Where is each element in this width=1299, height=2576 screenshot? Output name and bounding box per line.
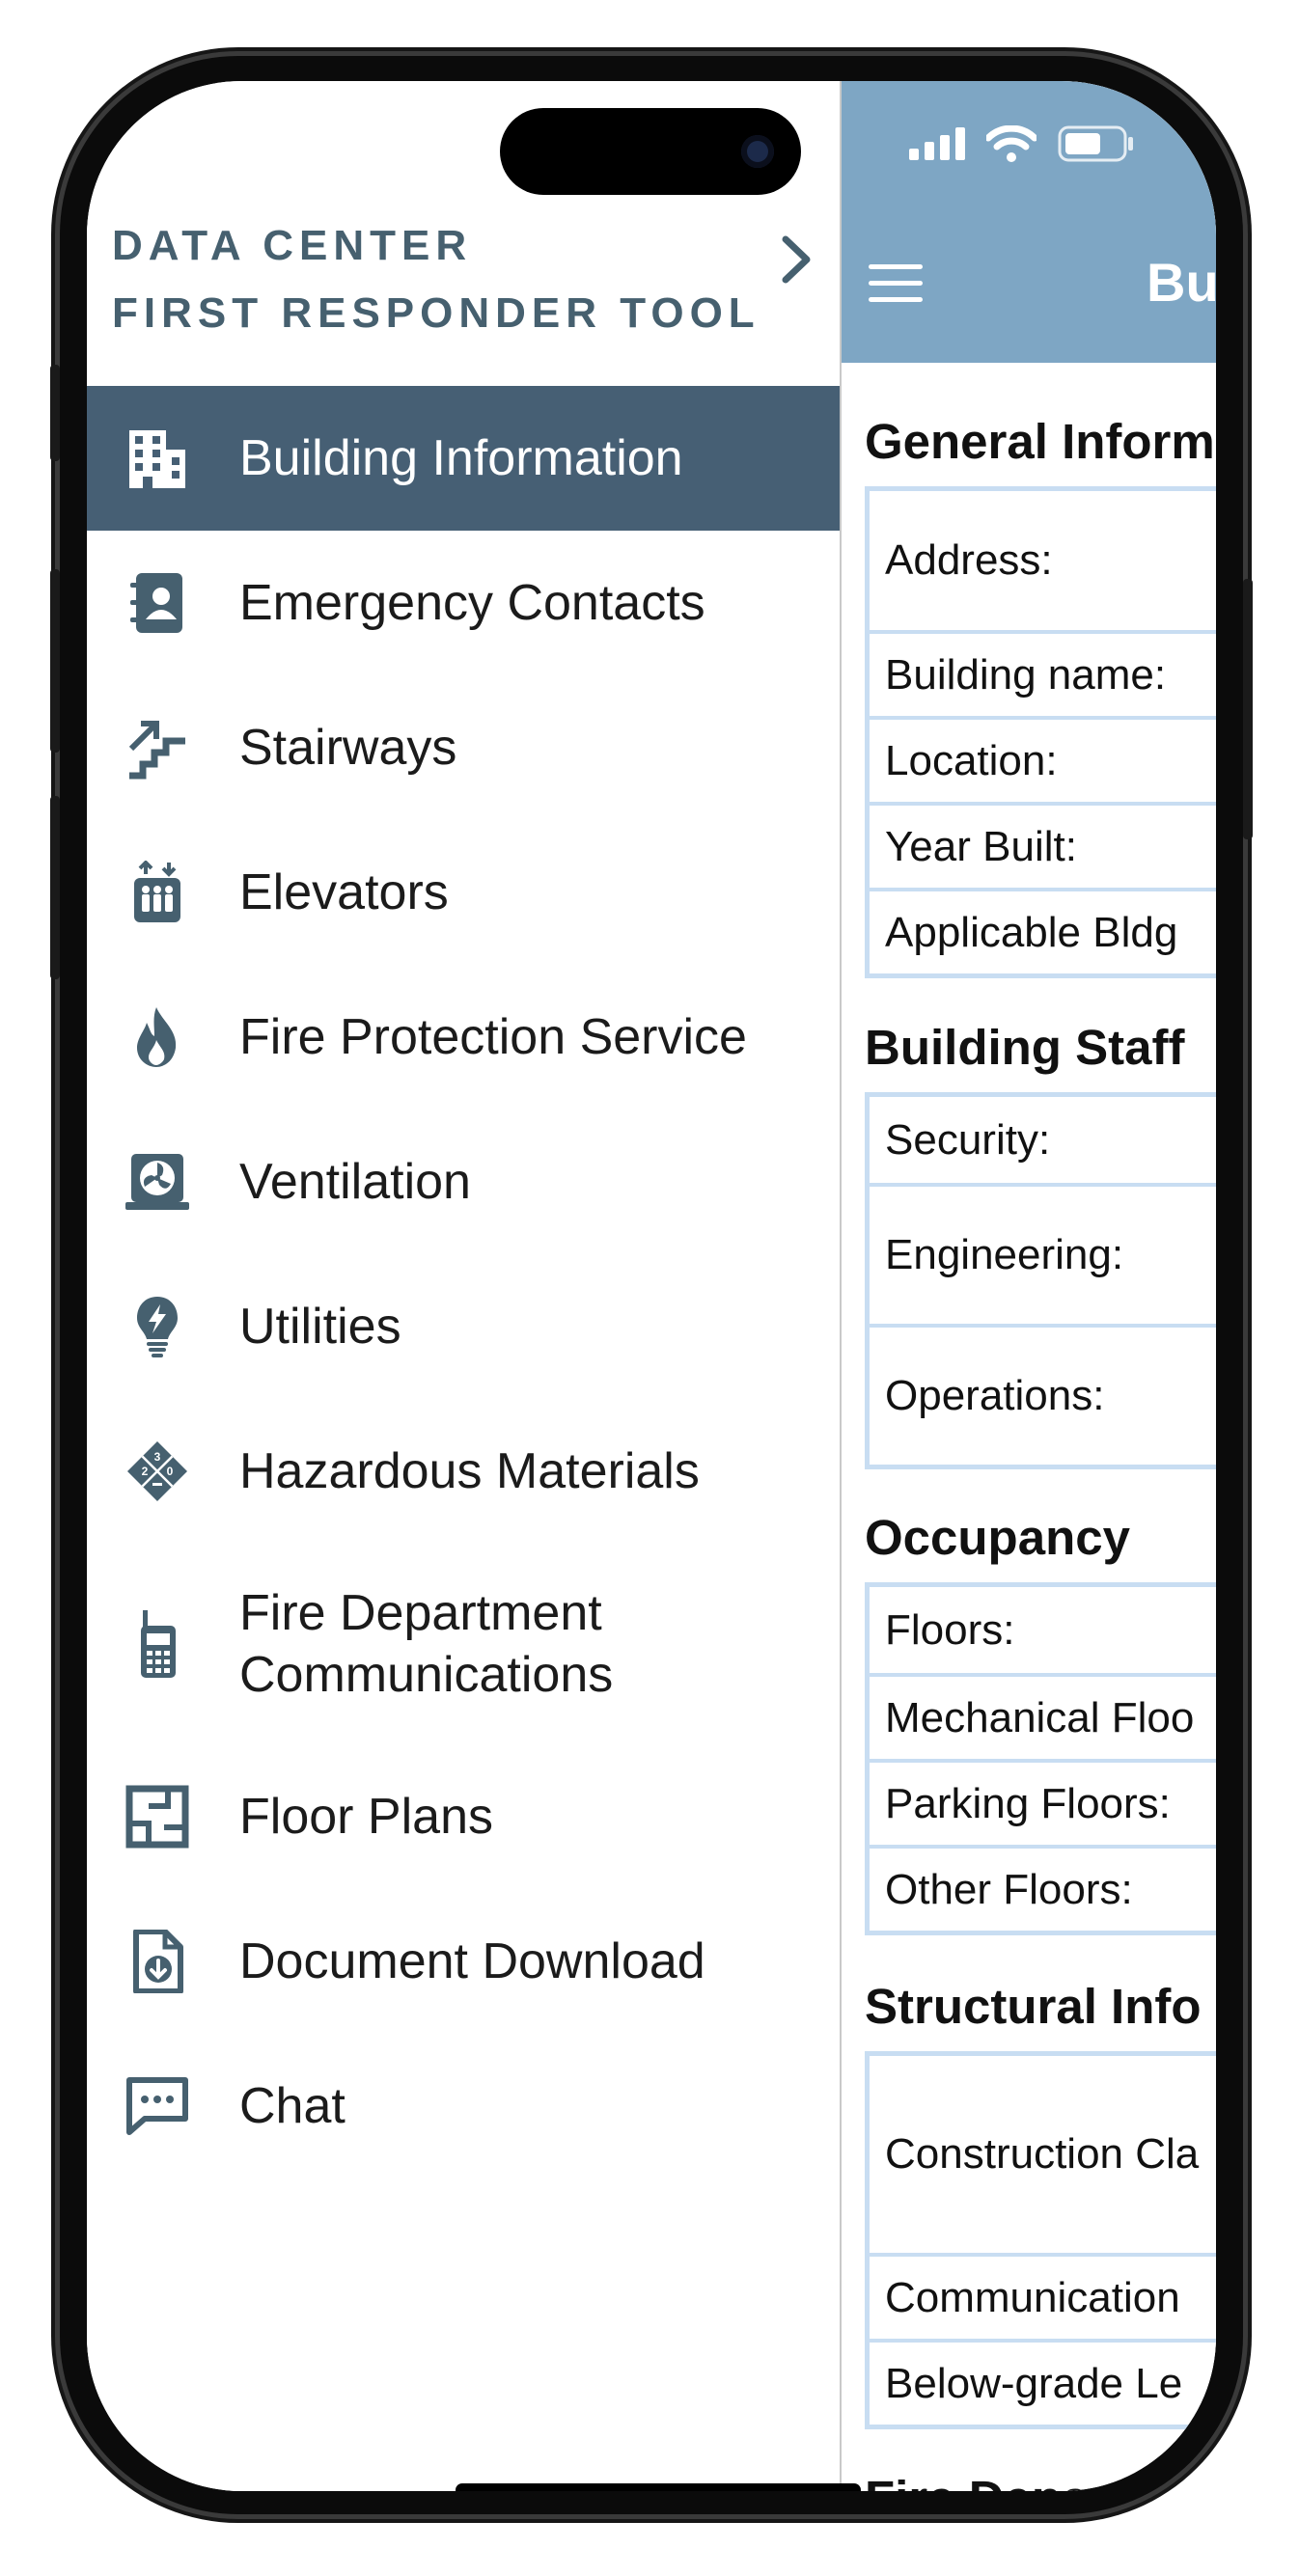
drawer-header: DATA CENTER FIRST RESPONDER TOOL <box>112 212 760 347</box>
radio-icon <box>124 1610 191 1678</box>
floor-plan-icon <box>124 1783 191 1850</box>
section-title-general: General Inform <box>865 414 1215 469</box>
drawer-item-label: Fire Protection Service <box>239 1009 747 1065</box>
drawer-header-line2: FIRST RESPONDER TOOL <box>112 289 760 337</box>
drawer-item-building-information[interactable]: Building Information <box>87 386 840 531</box>
drawer-item-document-download[interactable]: Document Download <box>87 1889 840 2034</box>
dynamic-island <box>500 108 801 195</box>
drawer-item-elevators[interactable]: Elevators <box>87 820 840 965</box>
drawer-item-floor-plans[interactable]: Floor Plans <box>87 1744 840 1889</box>
table-row: Parking Floors: <box>870 1759 1216 1845</box>
document-download-icon <box>124 1928 191 1995</box>
drawer-item-label: Ventilation <box>239 1154 471 1210</box>
occupancy-table: Floors: Mechanical Floo Parking Floors: … <box>865 1582 1216 1935</box>
top-app-bar: Bu <box>840 81 1216 363</box>
fan-icon <box>124 1148 191 1216</box>
drawer-item-label: Floor Plans <box>239 1789 493 1845</box>
table-row: Location: <box>870 716 1216 802</box>
section-title-fire-department: Fire Depar <box>865 2470 1108 2491</box>
status-bar <box>909 125 1135 162</box>
action-button <box>50 365 60 461</box>
drawer-item-label: Document Download <box>239 1933 705 1989</box>
drawer-item-label-line2: Communications <box>239 1647 614 1703</box>
section-title-structural: Structural Info <box>865 1979 1202 2034</box>
volume-down-button <box>50 796 60 979</box>
table-row: Communication <box>870 2253 1216 2339</box>
stairs-icon <box>124 714 191 781</box>
contact-book-icon <box>124 569 191 637</box>
drawer-item-label: Building Information <box>239 430 683 486</box>
drawer-item-label: Chat <box>239 2078 345 2134</box>
front-camera <box>741 135 774 168</box>
battery-icon <box>1058 125 1133 162</box>
navigation-drawer: DATA CENTER FIRST RESPONDER TOOL Buildin… <box>87 81 842 2491</box>
section-title-occupancy: Occupancy <box>865 1510 1130 1565</box>
wifi-icon <box>986 125 1036 162</box>
drawer-item-ventilation[interactable]: Ventilation <box>87 1110 840 1254</box>
drawer-item-fire-department-communications[interactable]: Fire Department Communications <box>87 1544 840 1744</box>
table-row: Construction Cla <box>885 2130 1200 2178</box>
drawer-item-label: Elevators <box>239 864 449 920</box>
table-row: Operations: <box>870 1324 1216 1465</box>
drawer-item-label-line1: Fire Department <box>239 1585 602 1641</box>
drawer-item-hazardous-materials[interactable]: 3 2 0 Hazardous Materials <box>87 1399 840 1544</box>
drawer-item-label: Utilities <box>239 1299 401 1355</box>
home-indicator[interactable] <box>456 2483 861 2491</box>
table-row: Applicable Bldg <box>870 888 1216 973</box>
drawer-item-label: Emergency Contacts <box>239 575 705 631</box>
drawer-item-stairways[interactable]: Stairways <box>87 675 840 820</box>
flame-icon <box>124 1003 191 1071</box>
drawer-item-utilities[interactable]: Utilities <box>87 1254 840 1399</box>
hazmat-diamond-icon: 3 2 0 <box>124 1438 191 1505</box>
cellular-signal-icon <box>909 127 965 160</box>
section-title-staff: Building Staff <box>865 1020 1185 1075</box>
table-row: Floors: <box>885 1605 1015 1654</box>
chat-icon <box>124 2072 191 2140</box>
svg-text:0: 0 <box>167 1465 174 1478</box>
drawer-item-label: Stairways <box>239 720 457 776</box>
structural-info-table: Construction Cla Communication Below-gra… <box>865 2051 1216 2429</box>
building-staff-table: Security: Engineering: Operations: <box>865 1092 1216 1469</box>
svg-text:3: 3 <box>154 1450 161 1464</box>
hamburger-menu-icon[interactable] <box>869 264 923 303</box>
chevron-right-icon[interactable] <box>780 233 813 286</box>
drawer-item-label: Fire Department Communications <box>239 1582 613 1706</box>
phone-screen: Bu General Inform Address: Building name… <box>87 81 1216 2491</box>
drawer-item-label: Hazardous Materials <box>239 1443 700 1499</box>
screen-title: Bu <box>1147 252 1216 313</box>
drawer-item-fire-protection-service[interactable]: Fire Protection Service <box>87 965 840 1110</box>
drawer-item-chat[interactable]: Chat <box>87 2034 840 2179</box>
table-row: Other Floors: <box>870 1845 1216 1931</box>
general-info-table: Address: Building name: Location: Year B… <box>865 486 1216 978</box>
table-row: Engineering: <box>870 1183 1216 1324</box>
table-row: Below-grade Le <box>870 2339 1216 2425</box>
svg-text:2: 2 <box>142 1465 149 1478</box>
building-icon <box>124 425 191 492</box>
drawer-header-line1: DATA CENTER <box>112 222 473 269</box>
table-row: Building name: <box>870 630 1216 716</box>
lightbulb-icon <box>124 1293 191 1360</box>
drawer-item-emergency-contacts[interactable]: Emergency Contacts <box>87 531 840 675</box>
table-row: Address: <box>885 536 1053 584</box>
table-row: Security: <box>885 1115 1051 1164</box>
table-row: Year Built: <box>870 802 1216 888</box>
elevator-icon <box>124 859 191 926</box>
main-panel: Bu General Inform Address: Building name… <box>840 81 1216 2491</box>
volume-up-button <box>50 569 60 753</box>
table-row: Mechanical Floo <box>870 1673 1216 1759</box>
power-button <box>1243 579 1253 839</box>
